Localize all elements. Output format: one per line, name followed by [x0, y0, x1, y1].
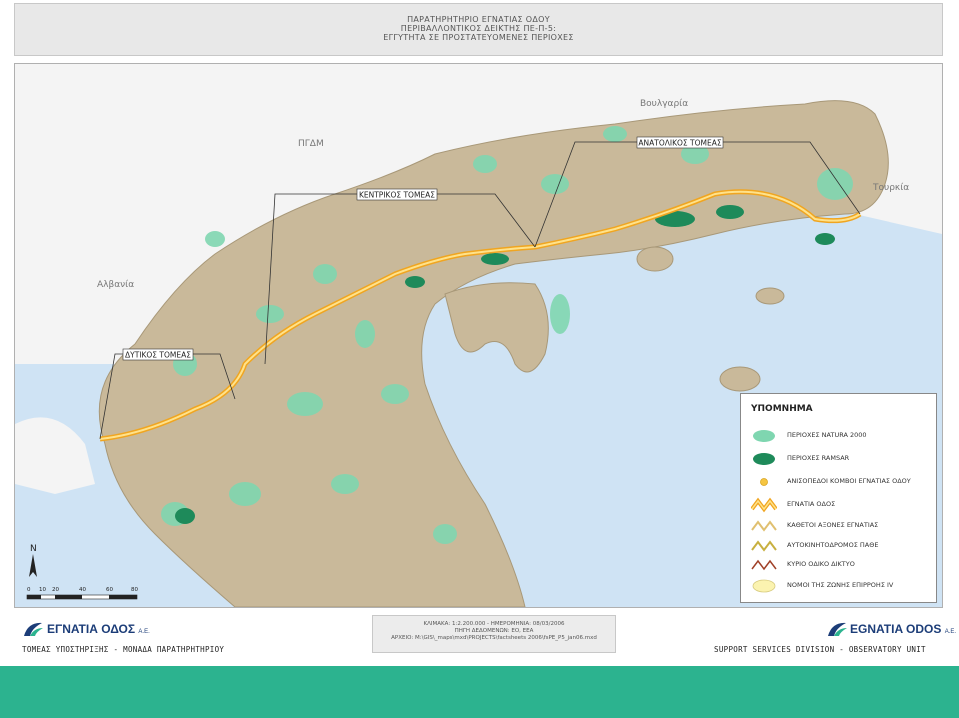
country-label-turkey: Τουρκία: [872, 183, 909, 193]
samothraki-island: [755, 287, 785, 305]
north-arrow: N: [29, 544, 37, 577]
scale-tick-0: 0: [27, 587, 31, 593]
legend-item-natura: ΠΕΡΙΟΧΕΣ NATURA 2000: [751, 428, 936, 444]
caption-left: ΤΟΜΕΑΣ ΥΠΟΣΤΗΡΙΞΗΣ - ΜΟΝΑΔΑ ΠΑΡΑΤΗΡΗΤΗΡΙ…: [22, 645, 225, 654]
natura-swatch-icon: [753, 430, 775, 442]
legend-label: ΚΑΘΕΤΟΙ ΑΞΟΝΕΣ ΕΓΝΑΤΙΑΣ: [787, 521, 879, 529]
legend-item-zone-iv: ΝΟΜΟΙ ΤΗΣ ΖΩΝΗΣ ΕΠΙΡΡΟΗΣ IV: [751, 578, 936, 594]
logo-right-text: EGNATIA ODOS: [850, 622, 942, 636]
bottom-band: [0, 666, 959, 718]
caption-right: SUPPORT SERVICES DIVISION - OBSERVATORY …: [714, 645, 926, 654]
header-subtitle: ΕΓΓΥΤΗΤΑ ΣΕ ΠΡΟΣΤΑΤΕΥΟΜΕΝΕΣ ΠΕΡΙΟΧΕΣ: [383, 33, 574, 42]
legend-item-pathe: ΑΥΤΟΚΙΝΗΤΟΔΡΟΜΟΣ ΠΑΘΕ: [751, 538, 936, 554]
egnatia-logo-icon: [24, 622, 43, 636]
logo-right: EGNATIA ODOS A.E.: [826, 620, 956, 638]
scale-tick-20: 20: [52, 587, 59, 593]
north-label: N: [30, 544, 37, 554]
scale-tick-60: 60: [106, 587, 113, 593]
legend-item-egnatia: ΕΓΝΑΤΙΑ ΟΔΟΣ: [751, 497, 936, 513]
legend-item-main-roads: ΚΥΡΙΟ ΟΔΙΚΟ ΔΙΚΤΥΟ: [751, 557, 936, 573]
scale-tick-80: 80: [131, 587, 138, 593]
logo-left: ΕΓΝΑΤΙΑ ΟΔΟΣ Α.Ε.: [22, 620, 222, 638]
country-label-bulgaria: Βουλγαρία: [640, 99, 688, 109]
legend-title: ΥΠΟΜΝΗΜΑ: [751, 404, 813, 414]
sector-label-west: ΔΥΤΙΚΟΣ ΤΟΜΕΑΣ: [125, 351, 191, 360]
egnatia-line-icon: [751, 497, 777, 513]
logo-right-suffix: A.E.: [944, 629, 957, 635]
scale-date-line: ΚΛΙΜΑΚΑ: 1:2.200.000 - ΗΜΕΡΟΜΗΝΙΑ: 08/03…: [423, 621, 565, 627]
pathe-line-icon: [751, 540, 777, 552]
logo-left-suffix: Α.Ε.: [138, 629, 150, 635]
ramsar-swatch-icon: [753, 453, 775, 465]
file-path-line: ΑΡΧΕΙΟ: M:\GIS\_maps\mxd\PROJECTS\factsh…: [391, 635, 597, 641]
interchange-dot-icon: [760, 478, 768, 486]
legend-label: ΑΝΙΣΟΠΕΔΟΙ ΚΟΜΒΟΙ ΕΓΝΑΤΙΑΣ ΟΔΟΥ: [787, 477, 911, 485]
legend-label: ΠΕΡΙΟΧΕΣ RAMSAR: [787, 454, 850, 462]
legend-label: ΠΕΡΙΟΧΕΣ NATURA 2000: [787, 431, 867, 439]
lemnos-island: [719, 366, 761, 392]
legend-label: ΝΟΜΟΙ ΤΗΣ ΖΩΝΗΣ ΕΠΙΡΡΟΗΣ IV: [787, 581, 894, 589]
data-source-line: ΠΗΓΗ ΔΕΔΟΜΕΝΩΝ: ΕΟ, ΕΕΑ: [454, 628, 534, 634]
legend-item-interchanges: ΑΝΙΣΟΠΕΔΟΙ ΚΟΜΒΟΙ ΕΓΝΑΤΙΑΣ ΟΔΟΥ: [751, 474, 936, 490]
scale-bar: 0 10 20 40 60 80: [26, 587, 138, 600]
sector-label-central: ΚΕΝΤΡΙΚΟΣ ΤΟΜΕΑΣ: [359, 191, 435, 200]
legend-item-vertical-axes: ΚΑΘΕΤΟΙ ΑΞΟΝΕΣ ΕΓΝΑΤΙΑΣ: [751, 518, 936, 534]
map-legend: ΥΠΟΜΝΗΜΑ ΠΕΡΙΟΧΕΣ NATURA 2000 ΠΕΡΙΟΧΕΣ R…: [740, 393, 937, 603]
header-indicator: ΠΕΡΙΒΑΛΛΟΝΤΙΚΟΣ ΔΕΙΚΤΗΣ ΠΕ-Π-5:: [400, 24, 557, 33]
map-metadata: ΚΛΙΜΑΚΑ: 1:2.200.000 - ΗΜΕΡΟΜΗΝΙΑ: 08/03…: [372, 615, 616, 653]
legend-label: ΚΥΡΙΟ ΟΔΙΚΟ ΔΙΚΤΥΟ: [787, 560, 855, 568]
country-label-fyrom: ΠΓΔΜ: [298, 139, 324, 149]
egnatia-logo-icon: [828, 622, 847, 636]
legend-label: ΑΥΤΟΚΙΝΗΤΟΔΡΟΜΟΣ ΠΑΘΕ: [787, 541, 879, 549]
albania-land: [15, 364, 95, 494]
zone-iv-swatch-icon: [752, 579, 776, 593]
country-label-albania: Αλβανία: [97, 280, 134, 290]
legend-label: ΕΓΝΑΤΙΑ ΟΔΟΣ: [787, 500, 836, 508]
header-title: ΠΑΡΑΤΗΡΗΤΗΡΙΟ ΕΓΝΑΤΙΑΣ ΟΔΟΥ: [407, 15, 550, 24]
main-road-line-icon: [751, 559, 777, 571]
logo-left-text: ΕΓΝΑΤΙΑ ΟΔΟΣ: [47, 622, 136, 636]
scale-tick-40: 40: [79, 587, 86, 593]
vertical-axes-line-icon: [751, 520, 777, 532]
scale-tick-10: 10: [39, 587, 46, 593]
thasos-island: [636, 246, 674, 272]
sector-label-east: ΑΝΑΤΟΛΙΚΟΣ ΤΟΜΕΑΣ: [638, 139, 721, 148]
legend-item-ramsar: ΠΕΡΙΟΧΕΣ RAMSAR: [751, 451, 936, 467]
map-header: ΠΑΡΑΤΗΡΗΤΗΡΙΟ ΕΓΝΑΤΙΑΣ ΟΔΟΥ ΠΕΡΙΒΑΛΛΟΝΤΙ…: [14, 3, 943, 56]
